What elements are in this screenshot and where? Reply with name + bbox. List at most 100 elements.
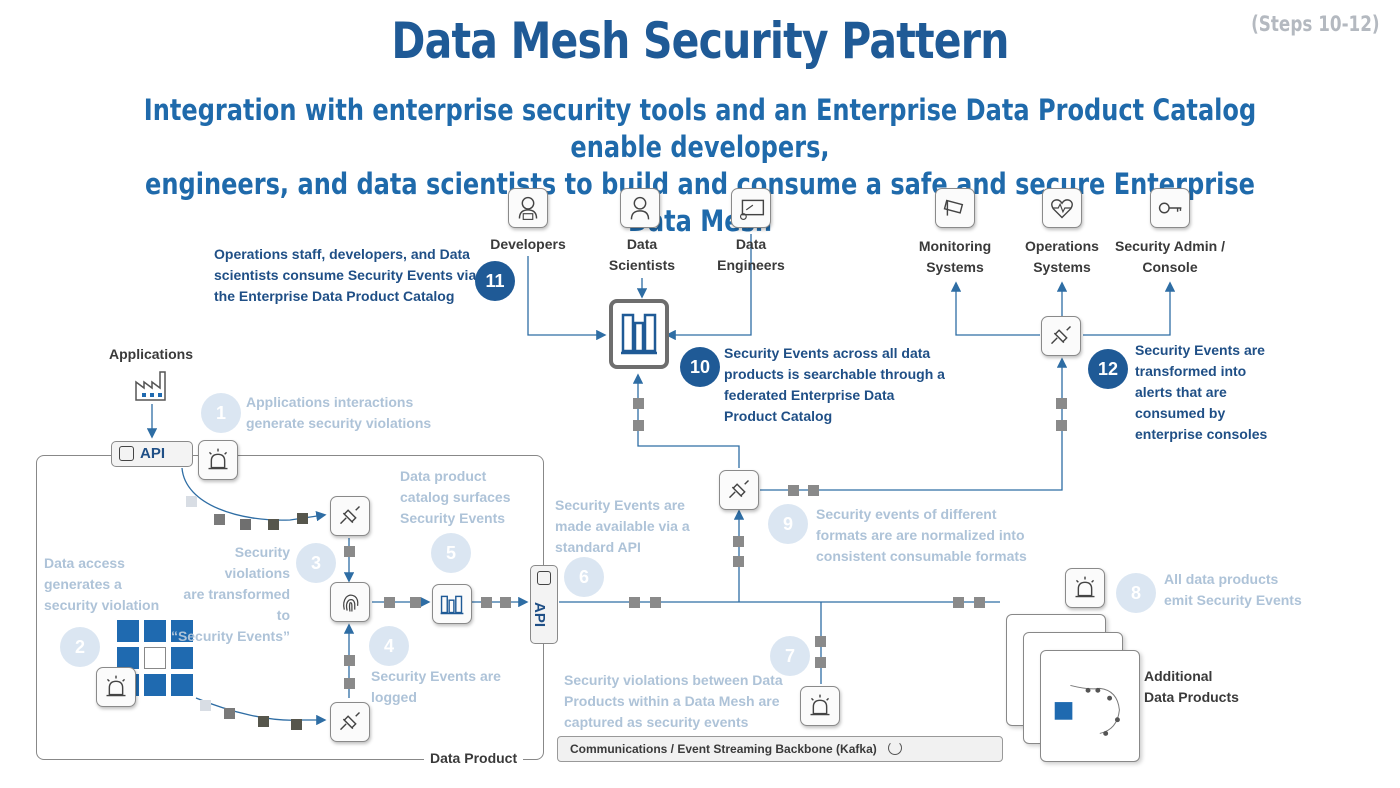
api-v-label: API [531, 601, 549, 628]
step-11-line-2: scientists consume Security Events via [214, 267, 477, 283]
local-catalog-icon [432, 584, 472, 624]
developers-label: Developers [490, 236, 566, 252]
data-engineers-line-1: Data [735, 236, 767, 252]
step-9-line-2: formats are are normalized into [816, 527, 1025, 543]
step-8-badge: 8 [1116, 573, 1156, 613]
step-10-line-4: Product Catalog [724, 408, 833, 424]
data-scientist-icon [620, 188, 660, 228]
data-engineer-icon [731, 188, 771, 228]
step-5-line-3: Security Events [400, 510, 506, 526]
developer-icon [508, 188, 548, 228]
plug-connector-icon-4 [330, 702, 370, 742]
step-10-line-2: products is searchable through a [724, 366, 945, 382]
data-product-label: Data Product [424, 750, 524, 766]
data-engineers-label: Data Engineers [701, 234, 801, 276]
step-12-badge: 12 [1088, 349, 1128, 389]
api-gateway[interactable]: API [111, 441, 193, 467]
step-9-line-3: consistent consumable formats [816, 548, 1027, 564]
step-10-badge: 10 [680, 347, 720, 387]
step-6-badge: 6 [564, 557, 604, 597]
step-5-badge: 5 [431, 533, 471, 573]
alarm-siren-icon-8 [1065, 568, 1105, 608]
step-12-text: Security Events are transformed into ale… [1135, 340, 1267, 445]
step-10-text: Security Events across all data products… [724, 343, 945, 427]
admin-line-2: Console [1142, 259, 1198, 275]
alarm-siren-icon-1 [198, 440, 238, 480]
step-11-line-1: Operations staff, developers, and Data [214, 246, 470, 262]
step-7-line-1: Security violations between Data [564, 672, 783, 688]
api-gear-icon [119, 446, 134, 461]
step-6-line-3: standard API [555, 539, 641, 555]
monitoring-line-1: Monitoring [918, 238, 992, 254]
step-1-line-1: Applications interactions [246, 394, 414, 410]
step-9-line-1: Security events of different [816, 506, 997, 522]
additional-line-1: Additional [1144, 668, 1213, 684]
step-12-line-1: Security Events are [1135, 342, 1265, 358]
event-streaming-backbone: Communications / Event Streaming Backbon… [557, 736, 1003, 762]
step-5-text: Data product catalog surfaces Security E… [400, 466, 511, 529]
step-2-line-3: security violation [44, 597, 160, 613]
step-3-line-2: are transformed to [183, 586, 290, 623]
step-11-text: Operations staff, developers, and Data s… [214, 244, 476, 307]
monitoring-line-2: Systems [926, 259, 984, 275]
step-10-line-3: federated Enterprise Data [724, 387, 895, 403]
heart-pulse-icon [1042, 188, 1082, 228]
fingerprint-icon [330, 582, 370, 622]
step-12-line-3: alerts that are [1135, 384, 1227, 400]
step-4-badge: 4 [369, 626, 409, 666]
step-11-badge: 11 [475, 261, 515, 301]
step-9-text: Security events of different formats are… [816, 504, 1027, 567]
additional-data-products-label: Additional Data Products [1144, 666, 1239, 708]
step-5-line-1: Data product [400, 468, 487, 484]
data-engineers-line-2: Engineers [717, 257, 785, 273]
step-7-text: Security violations between Data Product… [564, 670, 783, 733]
step-2-line-2: generates a [44, 576, 122, 592]
enterprise-catalog-icon [609, 299, 669, 369]
step-7-line-2: Products within a Data Mesh are [564, 693, 780, 709]
api-v-gear-icon [537, 571, 551, 585]
refresh-icon [888, 741, 902, 755]
step-8-line-2: emit Security Events [1164, 592, 1302, 608]
additional-product-card-3 [1040, 650, 1140, 762]
step-10-line-1: Security Events across all data [724, 345, 931, 361]
security-admin-label: Security Admin / Console [1105, 236, 1235, 278]
step-3-text: Security violations are transformed to “… [168, 542, 290, 647]
api-label: API [140, 445, 166, 462]
step-12-line-4: consumed by [1135, 405, 1226, 421]
step-1-badge: 1 [201, 393, 241, 433]
step-8-line-1: All data products [1164, 571, 1279, 587]
step-4-text: Security Events are logged [371, 666, 501, 708]
alarm-siren-icon-2 [96, 667, 136, 707]
step-6-line-1: Security Events are [555, 497, 685, 513]
step-5-line-2: catalog surfaces [400, 489, 511, 505]
step-3-line-1: Security violations [224, 544, 290, 581]
step-2-badge: 2 [60, 627, 100, 667]
step-1-text: Applications interactions generate secur… [246, 392, 431, 434]
monitoring-camera-icon [935, 188, 975, 228]
step-2-text: Data access generates a security violati… [44, 553, 159, 616]
step-3-badge: 3 [296, 543, 336, 583]
monitoring-systems-label: Monitoring Systems [905, 236, 1005, 278]
applications-label: Applications [108, 346, 193, 362]
data-scientists-label: Data Scientists [592, 234, 692, 276]
additional-line-2: Data Products [1144, 689, 1239, 705]
data-scientists-line-2: Scientists [608, 257, 676, 273]
operations-line-1: Operations [1025, 238, 1099, 254]
step-7-line-3: captured as security events [564, 714, 749, 730]
data-scientists-line-1: Data [626, 236, 658, 252]
plug-connector-icon-3 [330, 496, 370, 536]
step-6-line-2: made available via a [555, 518, 690, 534]
factory-icon [134, 368, 170, 402]
step-9-badge: 9 [768, 504, 808, 544]
plug-connector-icon-9 [719, 470, 759, 510]
step-12-line-5: enterprise consoles [1135, 426, 1268, 442]
step-4-line-1: Security Events are [371, 668, 501, 684]
api-standard[interactable]: API [530, 565, 558, 644]
step-2-line-1: Data access [44, 555, 125, 571]
step-11-line-3: the Enterprise Data Product Catalog [214, 288, 455, 304]
step-12-line-2: transformed into [1135, 363, 1247, 379]
step-4-line-2: logged [371, 689, 417, 705]
step-6-text: Security Events are made available via a… [555, 495, 690, 558]
step-8-text: All data products emit Security Events [1164, 569, 1302, 611]
key-icon [1150, 188, 1190, 228]
